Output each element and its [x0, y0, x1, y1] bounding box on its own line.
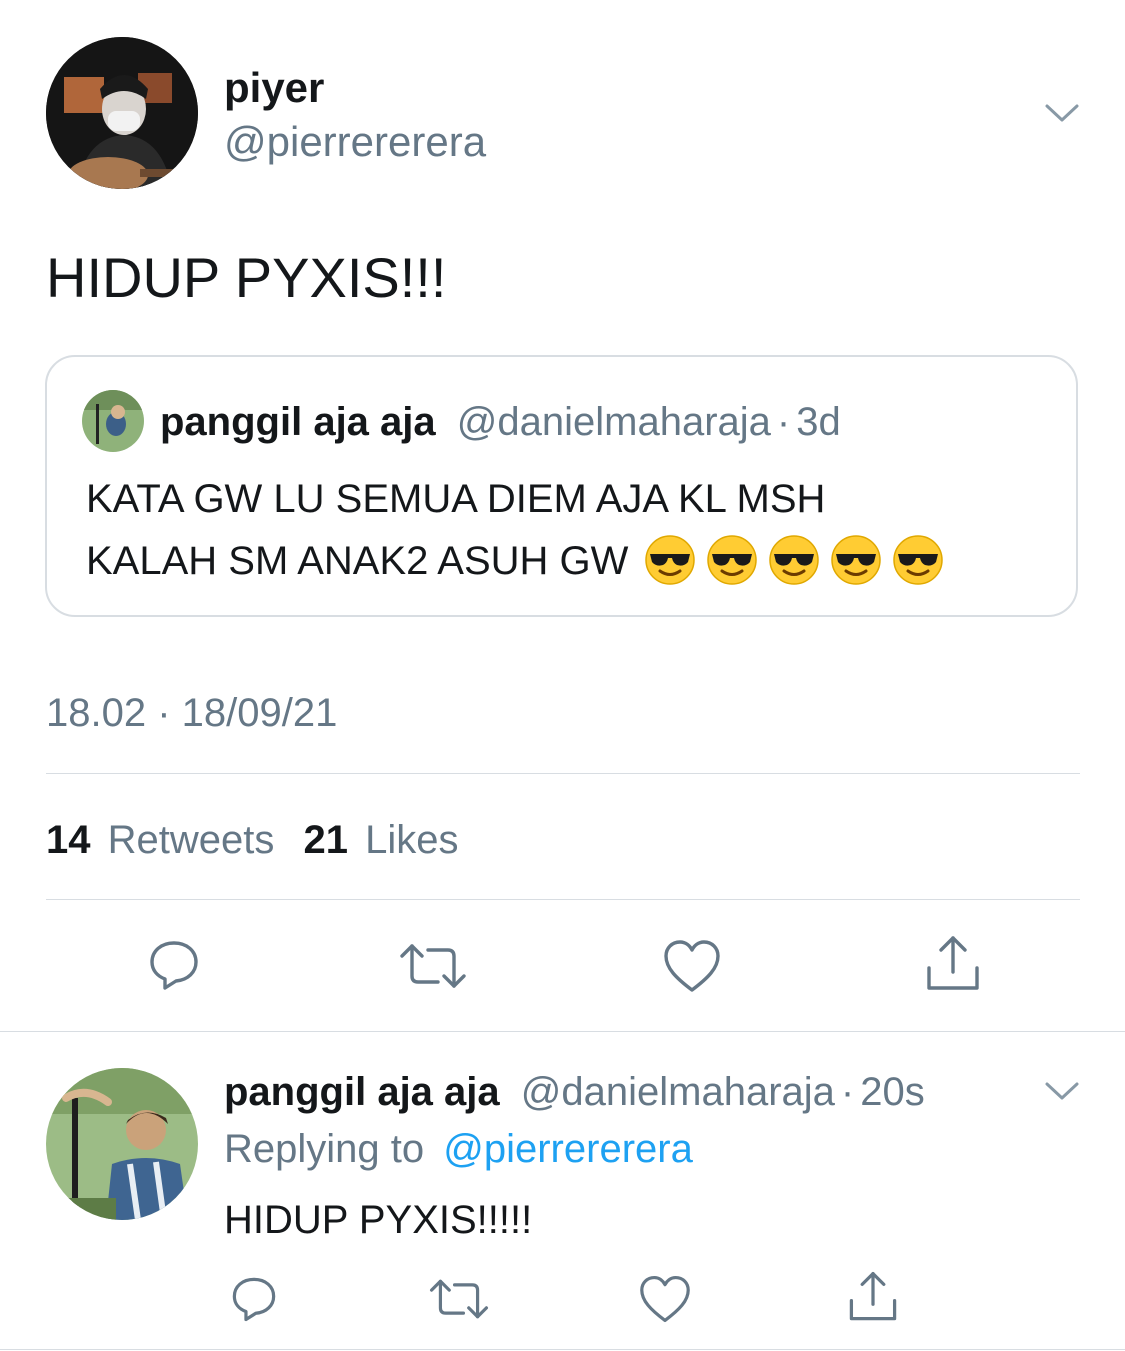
- reply-icon[interactable]: [229, 1274, 279, 1324]
- author-handle[interactable]: @pierrererera: [224, 118, 486, 166]
- reply-display-name[interactable]: panggil aja aja: [224, 1070, 500, 1114]
- sunglasses-emoji-icon: [768, 534, 820, 586]
- retweet-icon[interactable]: [428, 1276, 490, 1322]
- retweet-count: 14: [46, 818, 91, 862]
- author-avatar[interactable]: [46, 37, 198, 189]
- chevron-down-icon[interactable]: [1044, 98, 1080, 126]
- quoted-display-name[interactable]: panggil aja aja: [160, 400, 436, 444]
- author-display-name[interactable]: piyer: [224, 64, 324, 112]
- like-label: Likes: [365, 818, 459, 862]
- sunglasses-emoji-icon: [706, 534, 758, 586]
- reply-tweet-header: panggil aja aja @danielmaharaja · 20s: [224, 1069, 925, 1115]
- quoted-avatar-photo: [82, 390, 144, 452]
- retweet-label: Retweets: [107, 818, 275, 862]
- share-icon[interactable]: [923, 934, 983, 994]
- quoted-author-avatar[interactable]: [82, 390, 144, 452]
- likes-stat[interactable]: 21 Likes: [304, 818, 459, 862]
- reply-icon[interactable]: [146, 937, 202, 993]
- like-icon[interactable]: [638, 1274, 692, 1324]
- divider: [0, 1349, 1125, 1350]
- retweets-stat[interactable]: 14 Retweets: [46, 818, 286, 862]
- replying-to-line: Replying to @pierrererera: [224, 1126, 693, 1172]
- reply-avatar-photo: [46, 1068, 198, 1220]
- replying-to-handle-link[interactable]: @pierrererera: [443, 1127, 693, 1171]
- like-count: 21: [303, 818, 349, 862]
- divider: [46, 773, 1080, 774]
- quoted-tweet-text-line2-text: KALAH SM ANAK2 ASUH GW: [86, 539, 629, 583]
- reply-separator: ·: [840, 1070, 855, 1114]
- quoted-handle[interactable]: @danielmaharaja: [457, 400, 771, 444]
- share-icon[interactable]: [846, 1270, 900, 1324]
- chevron-down-icon[interactable]: [1044, 1076, 1080, 1104]
- quoted-tweet-text-line2: KALAH SM ANAK2 ASUH GW: [86, 534, 944, 586]
- divider: [0, 1031, 1125, 1032]
- tweet-stats: 14 Retweets 21 Likes: [46, 817, 459, 863]
- quoted-time: 3d: [796, 400, 841, 444]
- sunglasses-emoji-icon: [830, 534, 882, 586]
- quoted-tweet-text-line1: KATA GW LU SEMUA DIEM AJA KL MSH: [86, 477, 826, 521]
- quoted-tweet-header: panggil aja aja @danielmaharaja · 3d: [160, 399, 841, 445]
- reply-tweet-text: HIDUP PYXIS!!!!!: [224, 1198, 533, 1242]
- sunglasses-emoji-icon: [644, 534, 696, 586]
- replying-to-label: Replying to: [224, 1127, 425, 1171]
- divider: [46, 899, 1080, 900]
- retweet-icon[interactable]: [398, 940, 468, 992]
- like-icon[interactable]: [662, 938, 722, 994]
- emoji-row: [634, 535, 944, 585]
- avatar-photo: [46, 37, 198, 189]
- quoted-separator: ·: [776, 400, 791, 444]
- reply-handle[interactable]: @danielmaharaja: [521, 1070, 835, 1114]
- sunglasses-emoji-icon: [892, 534, 944, 586]
- tweet-timestamp[interactable]: 18.02 · 18/09/21: [46, 690, 337, 736]
- tweet-text: HIDUP PYXIS!!!: [46, 246, 447, 309]
- reply-time: 20s: [860, 1070, 925, 1114]
- reply-author-avatar[interactable]: [46, 1068, 198, 1220]
